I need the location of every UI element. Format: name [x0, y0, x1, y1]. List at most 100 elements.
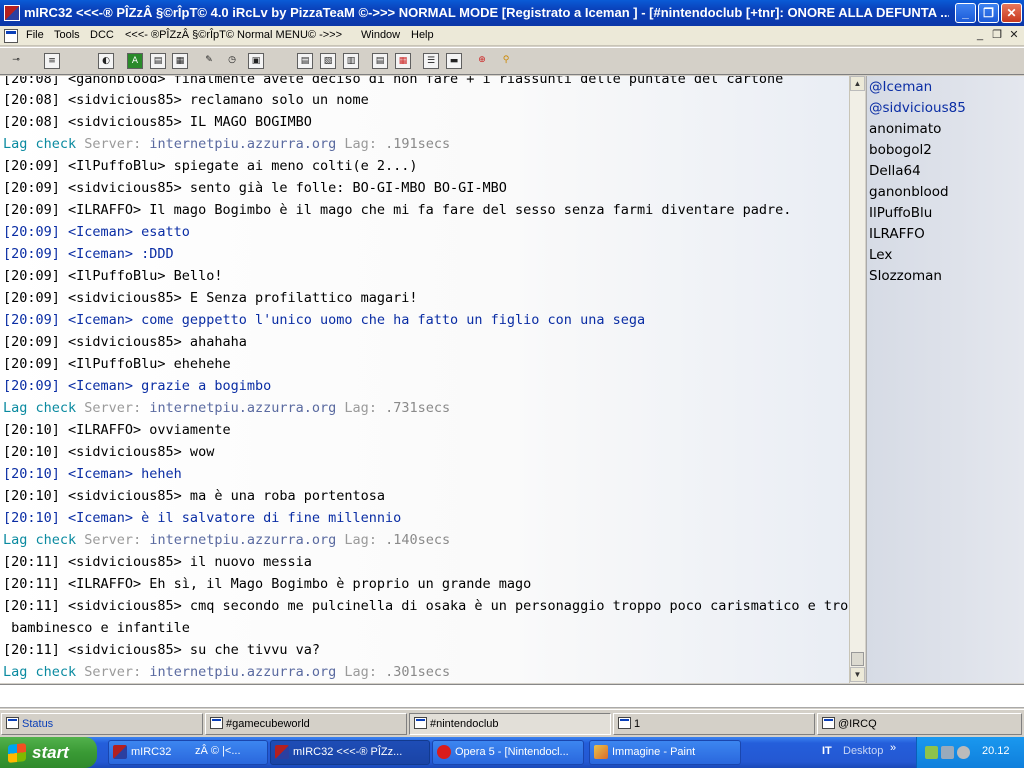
nick-item[interactable]: Della64	[869, 161, 921, 182]
volume-icon[interactable]	[957, 746, 970, 759]
nick-item[interactable]: IlPuffoBlu	[869, 203, 932, 224]
clock[interactable]: 20.12	[982, 745, 1010, 757]
nick-item[interactable]: ganonblood	[869, 182, 949, 203]
address-book-icon[interactable]: ◐	[98, 53, 114, 69]
task-label: Opera 5 - [Nintendocl...	[455, 746, 569, 758]
tile-horizontal-icon[interactable]: ▦	[395, 53, 411, 69]
nick-list[interactable]: @Iceman @sidvicious85 anonimato bobogol2…	[866, 76, 1024, 683]
scroll-up-icon[interactable]: ▲	[850, 76, 865, 91]
chat-line: [20:09] <sidvicious85> E Senza profilatt…	[3, 290, 418, 306]
switch-status[interactable]: Status	[1, 713, 203, 735]
status-window-icon	[6, 717, 19, 729]
menu-file[interactable]: File	[26, 29, 44, 41]
chat-line: [20:11] <ILRAFFO> Eh sì, il Mago Bogimbo…	[3, 576, 532, 592]
help-icon[interactable]: ⊕	[474, 53, 490, 69]
chat-line: [20:10] <ILRAFFO> ovviamente	[3, 422, 231, 438]
menu-tools[interactable]: Tools	[54, 29, 80, 41]
nick-item[interactable]: anonimato	[869, 119, 941, 140]
mirc-app-icon[interactable]	[4, 5, 20, 21]
tile-vertical-icon[interactable]: ☰	[423, 53, 439, 69]
window-title: mIRC32 <<<-® PÎZzÂ §©rÎpT© 4.0 iRcLv by …	[24, 5, 949, 20]
child-restore-icon[interactable]: ❐	[989, 28, 1005, 44]
switchbar: Status #gamecubeworld #nintendoclub 1 @I…	[0, 709, 1024, 737]
colors-icon[interactable]: ✎	[201, 53, 217, 69]
menu-window[interactable]: Window	[361, 29, 400, 41]
notify-icon[interactable]: ▦	[172, 53, 188, 69]
child-close-icon[interactable]: ✕	[1006, 28, 1022, 44]
query-window-icon	[822, 717, 835, 729]
task-mirc32-active[interactable]: mIRC32 <<<-® PÎZz...	[270, 740, 430, 765]
paint-icon	[594, 745, 608, 759]
nick-item[interactable]: Slozzoman	[869, 266, 942, 287]
lag-check-line: Lag check Server: internetpiu.azzurra.or…	[3, 532, 451, 548]
lag-check-line: Lag check Server: internetpiu.azzurra.or…	[3, 664, 451, 680]
nick-item[interactable]: ILRAFFO	[869, 224, 925, 245]
lag-check-line: Lag check Server: internetpiu.azzurra.or…	[3, 400, 451, 416]
script-editor-icon[interactable]: ▤	[150, 53, 166, 69]
start-label: start	[32, 743, 69, 762]
windows-logo-icon	[8, 743, 26, 763]
network-icon[interactable]	[941, 746, 954, 759]
menu-script[interactable]: <<<- ®PÎZzÂ §©rÎpT© Normal MENU© ->>>	[125, 29, 342, 41]
menu-dcc[interactable]: DCC	[90, 29, 114, 41]
switch-nintendoclub[interactable]: #nintendoclub	[409, 713, 611, 735]
title-bar[interactable]: mIRC32 <<<-® PÎZzÂ §©rÎpT© 4.0 iRcLv by …	[0, 0, 1024, 26]
cascade-icon[interactable]: ▬	[446, 53, 462, 69]
chat-line-self: [20:10] <Iceman> è il salvatore di fine …	[3, 510, 402, 526]
task-mirc-sub[interactable]: zÂ © |<...	[175, 740, 268, 765]
tray-app-icon[interactable]	[925, 746, 938, 759]
opera-icon	[437, 745, 451, 759]
nick-item[interactable]: Lex	[869, 245, 892, 266]
message-input[interactable]	[3, 688, 1013, 705]
url-icon[interactable]: ▣	[248, 53, 264, 69]
start-button[interactable]: start	[0, 737, 97, 768]
chat-scrollbar[interactable]: ▲ ▼	[849, 76, 865, 683]
switch-query-1[interactable]: 1	[613, 713, 815, 735]
mirc-icon	[113, 745, 127, 759]
task-label: zÂ © |<...	[195, 745, 241, 757]
scroll-thumb[interactable]	[851, 652, 864, 666]
minimize-button[interactable]: _	[955, 3, 976, 23]
task-paint[interactable]: Immagine - Paint	[589, 740, 741, 765]
nick-item[interactable]: @Iceman	[869, 77, 932, 98]
maximize-button[interactable]: ❐	[978, 3, 999, 23]
language-indicator[interactable]: IT	[822, 745, 832, 757]
switch-label: #gamecubeworld	[226, 718, 310, 730]
scroll-down-icon[interactable]: ▼	[850, 667, 865, 682]
system-tray: 20.12	[916, 737, 1024, 768]
menu-help[interactable]: Help	[411, 29, 434, 41]
options-icon[interactable]: ≡	[44, 53, 60, 69]
chat-line: [20:11] <sidvicious85> il nuovo messia	[3, 554, 312, 570]
dcc-chat-icon[interactable]: ▤	[372, 53, 388, 69]
query-window-icon	[618, 717, 631, 729]
toolbar: ⊸ ≡ ◐ A ▤ ▦ ✎ ◷ ▣ ▤ ▧ ▥ ▤ ▦ ☰ ▬ ⊕ ⚲	[0, 47, 1024, 75]
chat-line-self: [20:09] <Iceman> :DDD	[3, 246, 174, 262]
chat-line: [20:09] <sidvicious85> ahahaha	[3, 334, 247, 350]
nick-item[interactable]: @sidvicious85	[869, 98, 966, 119]
chat-window[interactable]: [20:08] <ganonblood> finalmente avete de…	[0, 76, 849, 683]
chevron-right-icon[interactable]: »	[890, 742, 896, 754]
channel-list-icon[interactable]: A	[127, 53, 143, 69]
task-opera[interactable]: Opera 5 - [Nintendocl...	[432, 740, 584, 765]
logs-icon[interactable]: ▤	[297, 53, 313, 69]
switch-label: Status	[22, 718, 54, 730]
timer-icon[interactable]: ◷	[224, 53, 240, 69]
connect-icon[interactable]: ⊸	[8, 53, 24, 69]
chat-line-self: [20:09] <Iceman> grazie a bogimbo	[3, 378, 272, 394]
nick-item[interactable]: bobogol2	[869, 140, 932, 161]
chat-line: [20:09] <ILRAFFO> Il mago Bogimbo è il m…	[3, 202, 792, 218]
channel-window-icon	[414, 717, 427, 729]
chat-line-self: [20:09] <Iceman> esatto	[3, 224, 190, 240]
dcc-send-icon[interactable]: ▥	[343, 53, 359, 69]
taskbar: start mIRC32 zÂ © |<... mIRC32 <<<-® PÎZ…	[0, 737, 1024, 768]
about-icon[interactable]: ⚲	[498, 53, 514, 69]
desktop-toolbar-label[interactable]: Desktop	[843, 745, 883, 757]
child-minimize-icon[interactable]: _	[972, 28, 988, 44]
chat-line: [20:10] <sidvicious85> wow	[3, 444, 215, 460]
chat-line: bambinesco e infantile	[3, 620, 190, 636]
switch-gamecubeworld[interactable]: #gamecubeworld	[205, 713, 407, 735]
received-icon[interactable]: ▧	[320, 53, 336, 69]
channel-window-icon[interactable]	[4, 29, 18, 43]
switch-ircq[interactable]: @IRCQ	[817, 713, 1022, 735]
close-button[interactable]: ✕	[1001, 3, 1022, 23]
